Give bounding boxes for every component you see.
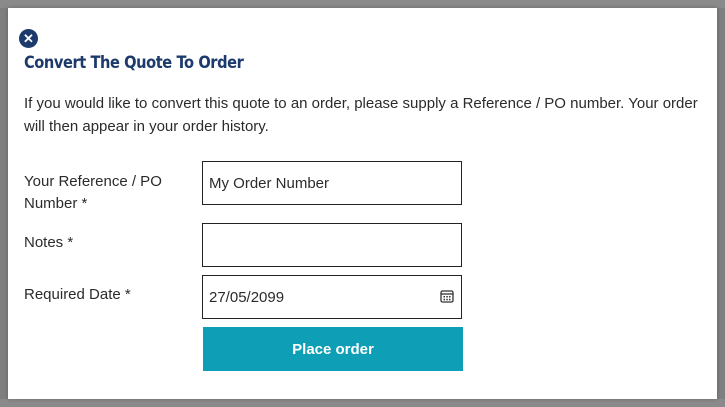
modal-title: Convert The Quote To Order — [24, 53, 244, 73]
background-left-edge — [0, 8, 8, 399]
notes-label: Notes * — [24, 234, 74, 251]
required-date-field — [202, 275, 462, 319]
notes-input[interactable] — [202, 223, 462, 267]
modal-description: If you would like to convert this quote … — [24, 95, 698, 135]
reference-input[interactable] — [202, 161, 462, 205]
close-icon[interactable]: ✕ — [19, 29, 38, 48]
required-date-input[interactable] — [202, 275, 462, 319]
background-right-edge — [717, 8, 725, 399]
place-order-button[interactable]: Place order — [203, 327, 463, 371]
calendar-icon[interactable] — [440, 289, 454, 303]
convert-quote-modal: ✕ Convert The Quote To Order If you woul… — [8, 8, 717, 399]
reference-label: Your Reference / PO Number * — [24, 173, 162, 212]
required-date-label: Required Date * — [24, 286, 131, 303]
